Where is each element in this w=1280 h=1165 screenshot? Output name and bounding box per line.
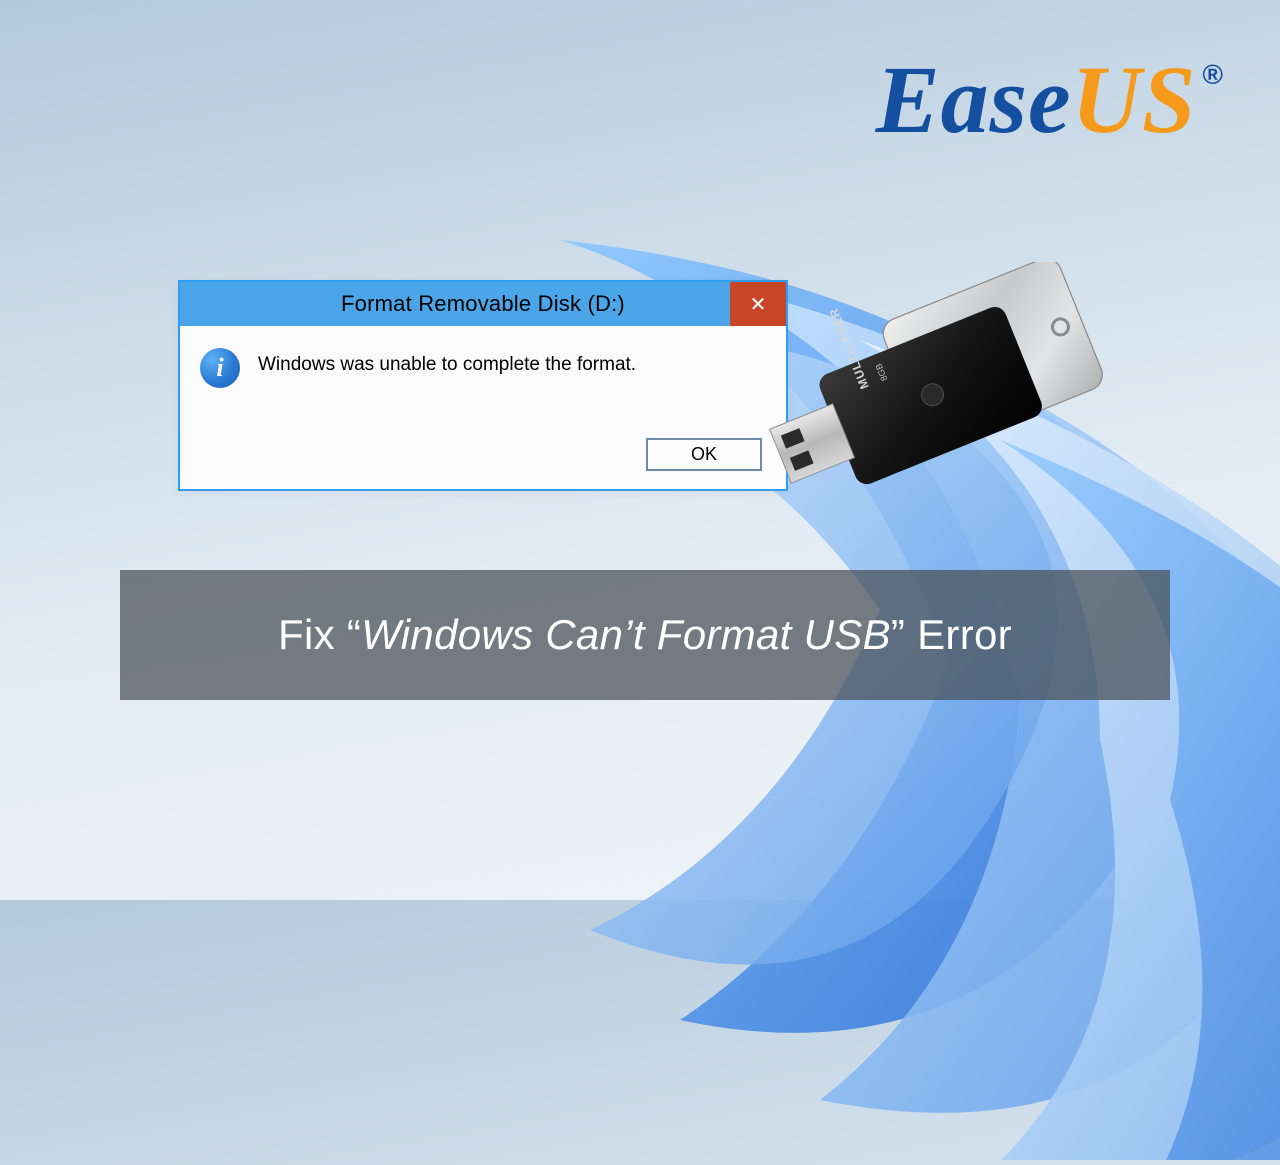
caption-suffix: ” Error [891, 611, 1012, 658]
ok-button[interactable]: OK [646, 438, 762, 471]
logo-part-us: US [1072, 44, 1197, 155]
caption-bar: Fix “Windows Can’t Format USB” Error [120, 570, 1170, 700]
close-icon: ✕ [750, 292, 767, 317]
dialog-titlebar: Format Removable Disk (D:) ✕ [180, 282, 786, 326]
format-error-dialog: Format Removable Disk (D:) ✕ i Windows w… [178, 280, 788, 491]
svg-text:MULTILASER: MULTILASER [826, 306, 871, 391]
dialog-close-button[interactable]: ✕ [730, 282, 786, 326]
easeus-logo: EaseUS® [876, 44, 1218, 155]
dialog-message: Windows was unable to complete the forma… [258, 348, 636, 376]
svg-text:8GB: 8GB [873, 362, 889, 382]
logo-registered-mark: ® [1202, 59, 1224, 91]
usb-drive-illustration: MULTILASER 8GB [746, 262, 1146, 562]
caption-text: Fix “Windows Can’t Format USB” Error [278, 611, 1012, 659]
logo-part-ease: Ease [876, 44, 1072, 155]
dialog-title: Format Removable Disk (D:) [341, 291, 625, 317]
info-icon: i [200, 348, 240, 388]
dialog-body: i Windows was unable to complete the for… [180, 326, 786, 438]
caption-quoted: Windows Can’t Format USB [361, 611, 891, 658]
promo-canvas: EaseUS® Format Removable Disk (D:) ✕ i W… [0, 0, 1280, 900]
dialog-actions: OK [180, 438, 786, 489]
caption-prefix: Fix “ [278, 611, 361, 658]
